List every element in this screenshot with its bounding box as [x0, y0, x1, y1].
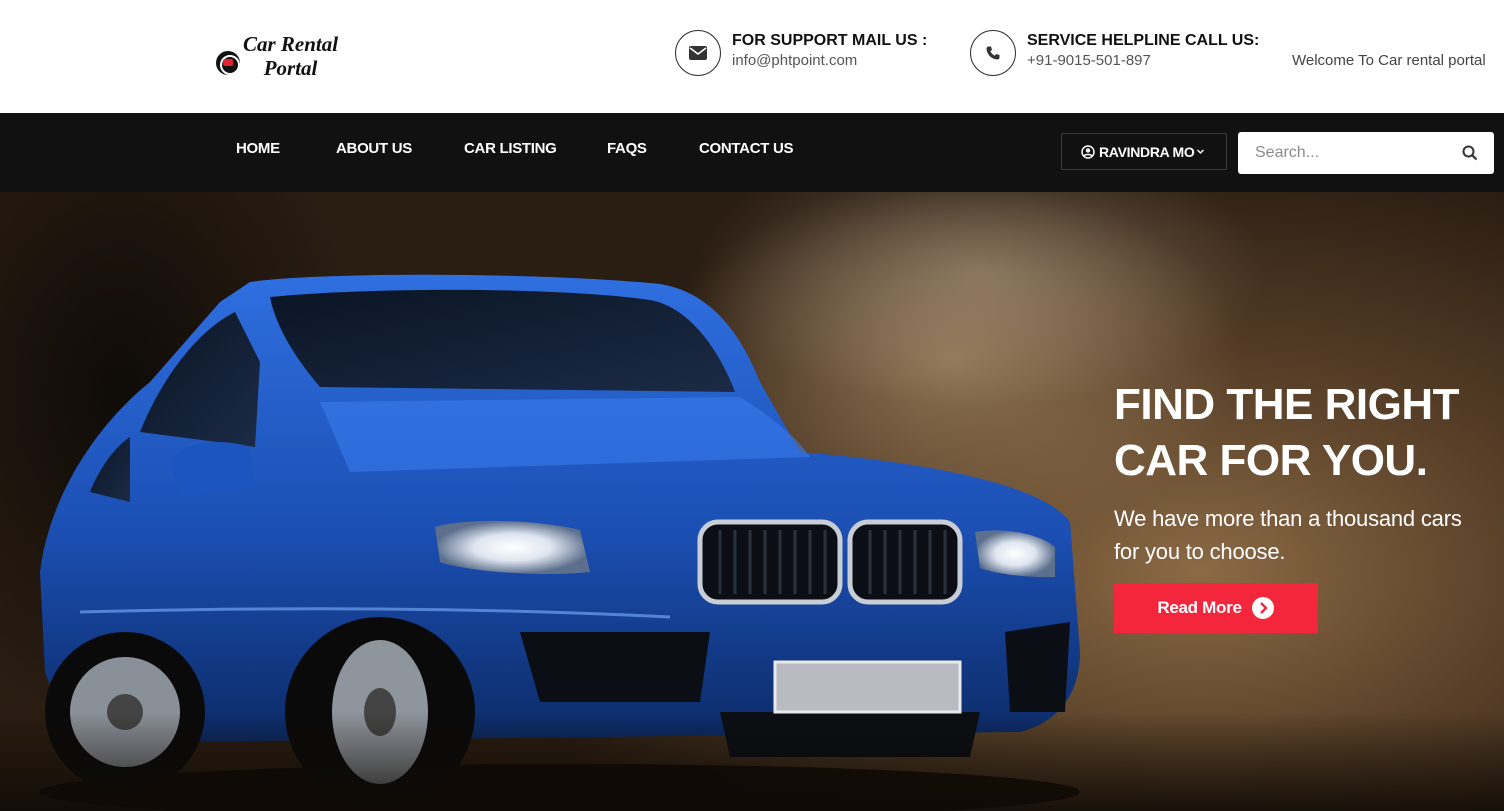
read-more-button[interactable]: Read More — [1114, 583, 1318, 633]
main-navbar: HOME ABOUT US CAR LISTING FAQS CONTACT U… — [0, 113, 1504, 192]
hero-title-line-2: CAR FOR YOU. — [1114, 436, 1428, 485]
logo-line-1: Car Rental — [243, 32, 339, 56]
hero-title: FIND THE RIGHT CAR FOR YOU. — [1114, 377, 1494, 489]
nav-item-contact-us[interactable]: CONTACT US — [699, 140, 794, 157]
helpline-value[interactable]: +91-9015-501-897 — [1027, 51, 1259, 71]
site-logo[interactable]: Car Rental Portal — [216, 32, 338, 80]
chevron-down-icon — [1197, 149, 1205, 154]
nav-item-about-us[interactable]: ABOUT US — [336, 140, 412, 157]
nav-item-car-listing[interactable]: CAR LISTING — [464, 140, 557, 157]
envelope-icon — [675, 30, 721, 76]
phone-icon — [970, 30, 1016, 76]
user-name-label: RAVINDRA MO — [1099, 143, 1195, 160]
welcome-text: Welcome To Car rental portal — [1292, 52, 1486, 69]
hero-subtitle: We have more than a thousand cars for yo… — [1114, 502, 1504, 568]
hero-title-line-1: FIND THE RIGHT — [1114, 380, 1459, 429]
logo-line-2: Portal — [263, 56, 318, 80]
helpline-title: SERVICE HELPLINE CALL US: — [1027, 32, 1260, 49]
logo-text: Car Rental Portal — [243, 32, 338, 80]
support-mail-value[interactable]: info@phtpoint.com — [732, 51, 927, 71]
chevron-right-circle-icon — [1251, 597, 1274, 619]
support-mail-title: FOR SUPPORT MAIL US : — [732, 32, 928, 49]
search-input[interactable] — [1238, 133, 1448, 173]
user-circle-icon — [1081, 144, 1095, 159]
nav-item-faqs[interactable]: FAQS — [607, 140, 647, 157]
nav-item-home[interactable]: HOME — [236, 140, 280, 157]
top-header: Car Rental Portal FOR SUPPORT MAIL US : … — [0, 0, 1504, 113]
logo-car-icon — [216, 51, 240, 75]
read-more-label: Read More — [1157, 598, 1242, 617]
user-account-dropdown[interactable]: RAVINDRA MO — [1061, 133, 1227, 170]
search-icon[interactable] — [1462, 145, 1478, 161]
hero-subtitle-line-2: for you to choose. — [1114, 539, 1286, 564]
hero-subtitle-line-1: We have more than a thousand cars — [1114, 506, 1462, 531]
search-box — [1238, 132, 1494, 174]
hero-banner: FIND THE RIGHT CAR FOR YOU. We have more… — [0, 192, 1504, 811]
hero-ground — [0, 712, 1504, 811]
support-mail-block: FOR SUPPORT MAIL US : info@phtpoint.com — [675, 30, 927, 76]
helpline-block: SERVICE HELPLINE CALL US: +91-9015-501-8… — [970, 30, 1259, 76]
